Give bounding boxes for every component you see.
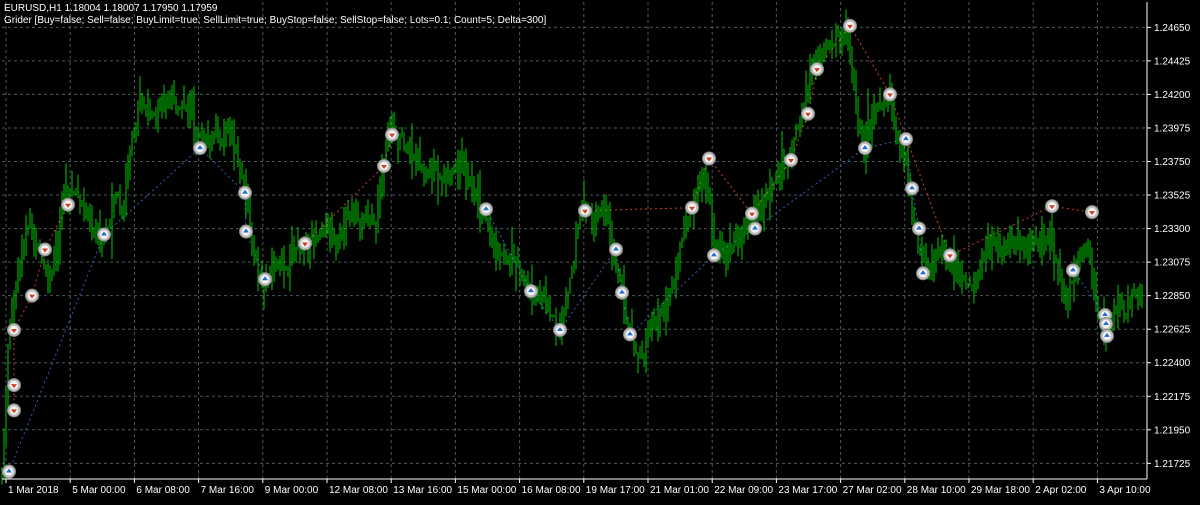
price-chart[interactable]: 1.24650 1.24425 1.24200 1.23975 1.23750 1.235…: [0, 0, 1200, 500]
sell-order-marker: [702, 151, 716, 166]
sell-order-marker: [801, 106, 815, 121]
x-tick-label: 16 Mar 08:00: [522, 485, 581, 496]
sell-order-marker: [7, 403, 21, 418]
sell-order-marker: [385, 127, 399, 142]
x-tick-label: 13 Mar 16:00: [393, 485, 452, 496]
x-tick-label: 3 Apr 10:00: [1099, 485, 1151, 496]
y-tick-label: 1.22400: [1154, 358, 1191, 369]
buy-order-marker: [615, 285, 629, 300]
y-tick-label: 1.23300: [1154, 224, 1191, 235]
sell-order-marker: [745, 206, 759, 221]
buy-order-marker: [748, 221, 762, 236]
y-tick-label: 1.24200: [1154, 90, 1191, 101]
buy-order-marker: [609, 242, 623, 257]
buy-order-marker: [905, 181, 919, 196]
buy-order-marker: [1100, 328, 1114, 343]
x-tick-label: 23 Mar 17:00: [778, 485, 837, 496]
sell-order-marker: [61, 197, 75, 212]
buy-order-marker: [707, 248, 721, 263]
x-tick-label: 28 Mar 10:00: [907, 485, 966, 496]
sell-order-marker: [7, 322, 21, 337]
y-tick-label: 1.22175: [1154, 392, 1191, 403]
buy-order-path: [559, 249, 617, 331]
order-markers: [2, 18, 1114, 479]
x-tick-label: 1 Mar 2018: [8, 485, 59, 496]
buy-order-marker: [238, 185, 252, 200]
x-tick-label: 15 Mar 00:00: [457, 485, 516, 496]
symbol-quote-line: EURUSD,H1 1.18004 1.18007 1.17950 1.1795…: [4, 3, 218, 14]
sell-order-marker: [685, 200, 699, 215]
buy-order-marker: [1066, 263, 1080, 278]
sell-order-marker: [943, 248, 957, 263]
x-tick-label: 6 Mar 08:00: [136, 485, 190, 496]
x-tick-label: 12 Mar 08:00: [329, 485, 388, 496]
expert-advisor-line: Grider [Buy=false; Sell=false; BuyLimit=…: [4, 15, 547, 26]
sell-order-marker: [7, 378, 21, 393]
sell-order-path: [708, 158, 753, 214]
sell-order-marker: [377, 158, 391, 173]
x-tick-label: 29 Mar 18:00: [971, 485, 1030, 496]
y-tick-label: 1.23750: [1154, 157, 1191, 168]
sell-order-marker: [883, 87, 897, 102]
buy-order-marker: [239, 224, 253, 239]
buy-order-marker: [524, 284, 538, 299]
y-tick-label: 1.21950: [1154, 425, 1191, 436]
sell-order-marker: [25, 288, 39, 303]
y-tick-label: 1.24650: [1154, 23, 1191, 34]
buy-order-marker: [912, 221, 926, 236]
x-tick-label: 9 Mar 00:00: [265, 485, 319, 496]
grid: [2, 2, 1147, 479]
x-tick-label: 22 Mar 09:00: [714, 485, 773, 496]
sell-order-marker: [38, 242, 52, 257]
sell-order-marker: [843, 18, 857, 33]
axes: 1.24650 1.24425 1.24200 1.23975 1.23750 1.235…: [2, 2, 1191, 496]
sell-order-marker: [578, 203, 592, 218]
buy-order-marker: [193, 141, 207, 156]
buy-order-marker: [97, 227, 111, 242]
buy-order-marker: [623, 327, 637, 342]
y-tick-label: 1.24425: [1154, 56, 1191, 67]
candles: [1, 9, 1143, 485]
x-tick-label: 19 Mar 17:00: [586, 485, 645, 496]
sell-order-marker: [810, 62, 824, 77]
buy-order-marker: [2, 464, 16, 479]
x-tick-label: 21 Mar 01:00: [650, 485, 709, 496]
chart-window[interactable]: 1.24650 1.24425 1.24200 1.23975 1.23750 1.235…: [0, 0, 1200, 500]
y-tick-label: 1.22625: [1154, 325, 1191, 336]
x-tick-label: 5 Mar 00:00: [72, 485, 126, 496]
sell-order-path: [584, 207, 693, 212]
sell-order-marker: [1045, 199, 1059, 214]
buy-order-path: [629, 255, 715, 335]
buy-order-marker: [258, 272, 272, 287]
buy-order-marker: [916, 266, 930, 281]
y-tick-label: 1.23525: [1154, 191, 1191, 202]
sell-order-marker: [1085, 205, 1099, 220]
sell-order-marker: [784, 153, 798, 168]
buy-order-marker: [899, 132, 913, 147]
buy-order-marker: [1099, 316, 1113, 331]
x-tick-label: 27 Mar 02:00: [843, 485, 902, 496]
x-tick-label: 2 Apr 02:00: [1035, 485, 1087, 496]
buy-order-marker: [479, 202, 493, 217]
y-tick-label: 1.22850: [1154, 291, 1191, 302]
y-tick-label: 1.23075: [1154, 258, 1191, 269]
sell-order-path: [949, 205, 1053, 256]
x-tick-label: 7 Mar 16:00: [201, 485, 255, 496]
y-tick-label: 1.23975: [1154, 123, 1191, 134]
sell-order-marker: [298, 236, 312, 251]
y-tick-label: 1.21725: [1154, 459, 1191, 470]
buy-order-marker: [553, 322, 567, 337]
buy-order-marker: [858, 141, 872, 156]
